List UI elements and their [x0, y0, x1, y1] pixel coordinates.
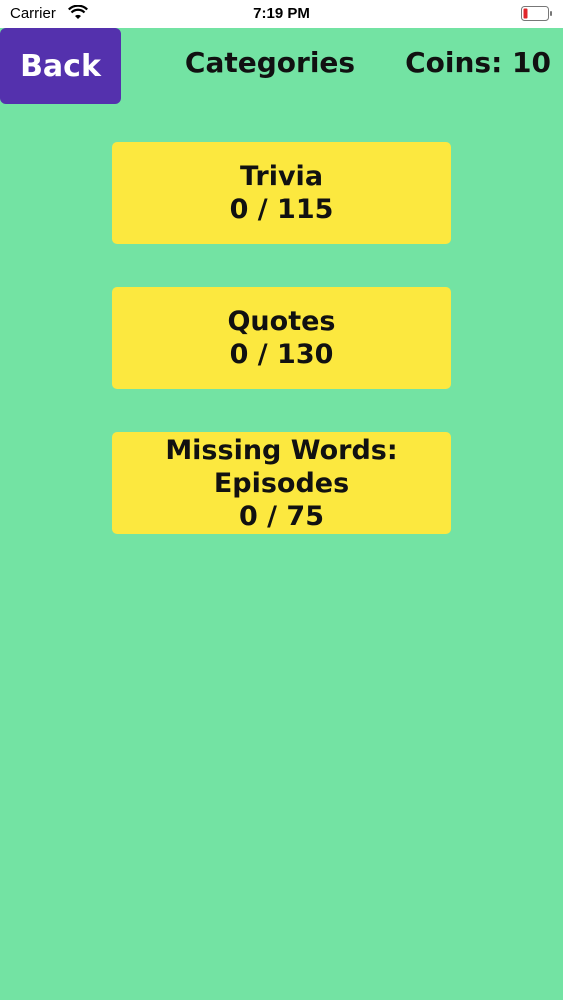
- category-progress: 0 / 75: [238, 500, 325, 532]
- category-progress: 0 / 115: [229, 194, 334, 225]
- category-card-quotes[interactable]: Quotes 0 / 130: [112, 287, 451, 389]
- category-card-missing-words-episodes[interactable]: Missing Words: Episodes 0 / 75: [112, 432, 451, 534]
- category-label-line-2: Episodes: [213, 467, 350, 499]
- category-list: Trivia 0 / 115 Quotes 0 / 130 Missing Wo…: [112, 142, 451, 577]
- category-progress: 0 / 130: [229, 339, 334, 370]
- category-card-trivia[interactable]: Trivia 0 / 115: [112, 142, 451, 244]
- category-label: Quotes: [227, 306, 336, 337]
- category-label: Trivia: [239, 161, 324, 192]
- status-bar: Carrier 7:19 PM: [0, 0, 563, 28]
- coins-counter: Coins: 10: [405, 46, 551, 79]
- back-button[interactable]: Back: [0, 28, 121, 104]
- category-label-line-1: Missing Words:: [165, 434, 398, 466]
- clock: 7:19 PM: [253, 5, 310, 22]
- battery-icon: [521, 6, 553, 21]
- page-title: Categories: [184, 46, 356, 79]
